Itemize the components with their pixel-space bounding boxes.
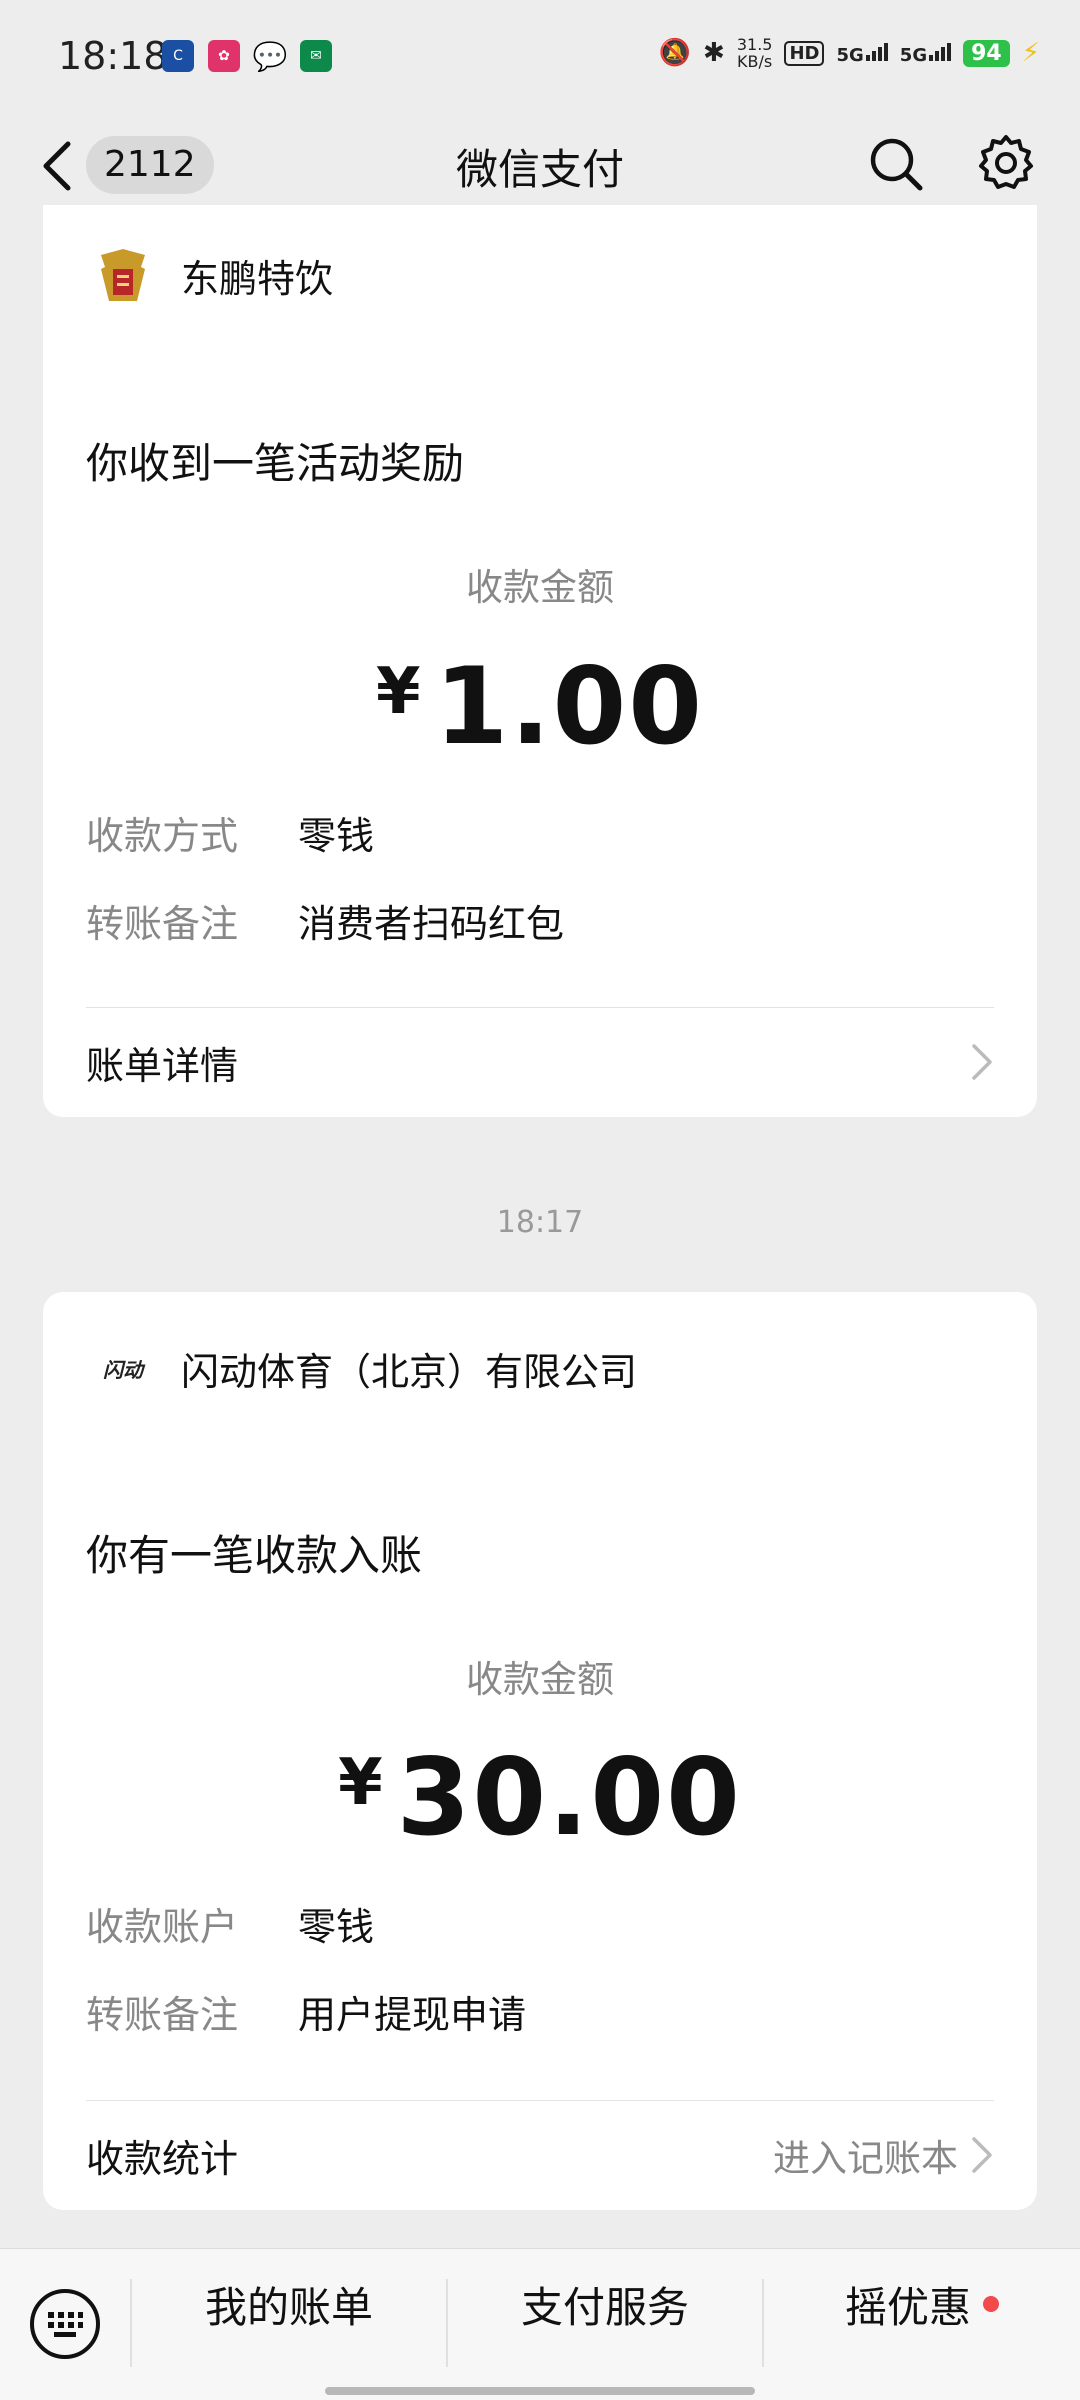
battery-indicator: 94 (963, 39, 1010, 67)
chevron-right-icon (972, 2137, 992, 2173)
signal-5g-1: 5G (836, 41, 888, 66)
search-icon[interactable] (866, 134, 926, 194)
bottom-menu-bar: 我的账单 支付服务 摇优惠 (0, 2248, 1080, 2400)
amount-number: 1.00 (434, 645, 705, 768)
payment-message-card-1: 东鹏特饮 你收到一笔活动奖励 收款金额 ¥1.00 收款方式 零钱 转账备注 消… (43, 205, 1037, 1117)
detail-value: 零钱 (298, 1905, 375, 1949)
currency-symbol: ¥ (375, 655, 421, 729)
shopping-app-icon: ✿ (208, 40, 240, 72)
message-timestamp: 18:17 (496, 1205, 584, 1240)
keyboard-icon[interactable] (28, 2287, 102, 2361)
detail-row: 收款账户 零钱 (86, 1896, 374, 1951)
payment-stats-link[interactable]: 收款统计 进入记账本 (86, 2101, 994, 2209)
message-headline: 你收到一笔活动奖励 (86, 439, 465, 488)
payment-message-card-2: 闪动 闪动体育（北京）有限公司 你有一笔收款入账 收款金额 ¥30.00 收款账… (43, 1292, 1037, 2210)
network-speed: 31.5 KB/s (736, 35, 773, 71)
status-indicators: 🔕 ✱ 31.5 KB/s HD 5G 5G 94 ⚡ (659, 36, 1040, 70)
detail-key: 收款方式 (86, 814, 239, 858)
notification-icons: C ✿ 💬 ✉ (162, 39, 332, 73)
post-app-icon: ✉ (300, 40, 332, 72)
detail-key: 转账备注 (86, 902, 239, 946)
detail-key: 转账备注 (86, 1993, 239, 2037)
amount-number: 30.00 (396, 1736, 742, 1859)
detail-row: 转账备注 用户提现申请 (86, 1984, 526, 2039)
ledger-link-text: 进入记账本 (773, 2137, 958, 2180)
notification-dot (983, 2296, 999, 2312)
footer-label: 收款统计 (86, 2136, 239, 2181)
amount-value: ¥1.00 (43, 645, 1037, 768)
menu-payment-services[interactable]: 支付服务 (448, 2249, 762, 2359)
status-time: 18:18 (58, 34, 168, 78)
currency-symbol: ¥ (338, 1746, 383, 1820)
menu-shake-offers[interactable]: 摇优惠 (764, 2249, 1080, 2359)
status-bar: 18:18 C ✿ 💬 ✉ 🔕 ✱ 31.5 KB/s HD 5G 5G 94 … (0, 0, 1080, 110)
merchant-logo-icon (101, 249, 145, 301)
bill-details-link[interactable]: 账单详情 (86, 1008, 994, 1116)
detail-value: 用户提现申请 (298, 1993, 527, 2037)
back-arrow-icon[interactable] (38, 138, 78, 194)
mute-icon: 🔕 (658, 38, 692, 68)
hd-icon: HD (784, 40, 825, 66)
signal-5g-2: 5G (900, 41, 952, 66)
footer-label: 账单详情 (86, 1043, 239, 1088)
amount-value: ¥30.00 (43, 1736, 1037, 1859)
menu-my-bills[interactable]: 我的账单 (132, 2249, 446, 2359)
detail-row: 转账备注 消费者扫码红包 (86, 893, 564, 948)
detail-key: 收款账户 (86, 1905, 239, 1949)
bluetooth-icon: ✱ (703, 38, 725, 68)
detail-value: 消费者扫码红包 (298, 902, 565, 946)
nav-bar: 2112 微信支付 (0, 110, 1080, 220)
bank-app-icon: C (162, 40, 194, 72)
chevron-right-icon (972, 1044, 992, 1080)
merchant-name: 东鹏特饮 (181, 256, 334, 301)
merchant-name: 闪动体育（北京）有限公司 (181, 1349, 638, 1394)
amount-label: 收款金额 (466, 1658, 614, 1701)
merchant-header[interactable]: 东鹏特饮 (93, 245, 333, 305)
message-icon: 💬 (252, 39, 288, 73)
home-indicator[interactable] (325, 2387, 755, 2395)
gear-icon[interactable] (976, 132, 1036, 192)
merchant-header[interactable]: 闪动 闪动体育（北京）有限公司 (93, 1338, 637, 1398)
message-headline: 你有一笔收款入账 (86, 1531, 423, 1580)
merchant-logo-icon: 闪动 (103, 1357, 143, 1382)
charging-icon: ⚡ (1021, 38, 1040, 68)
amount-label: 收款金额 (466, 566, 614, 609)
unread-count-badge[interactable]: 2112 (86, 136, 214, 194)
detail-row: 收款方式 零钱 (86, 805, 374, 860)
detail-value: 零钱 (298, 814, 375, 858)
